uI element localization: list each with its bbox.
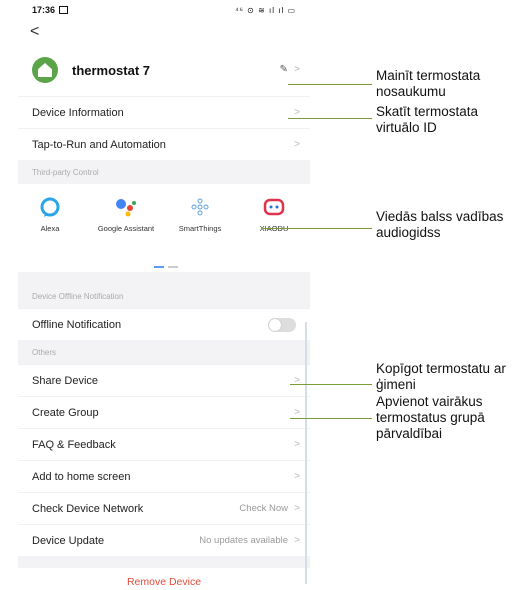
remove-device-button[interactable]: Remove Device	[18, 568, 310, 590]
alexa-item[interactable]: Alexa	[20, 196, 80, 233]
device-update-value: No updates available	[199, 535, 288, 546]
edit-icon[interactable]: ✎	[280, 64, 288, 75]
chevron-right-icon: >	[294, 64, 300, 75]
callout-virtual-id: Skatīt termostata virtuālo ID	[376, 104, 479, 135]
chevron-right-icon: >	[294, 407, 300, 418]
check-device-network-row[interactable]: Check Device Network Check Now >	[18, 492, 310, 524]
scrollbar[interactable]	[305, 322, 307, 584]
offline-notification-toggle[interactable]	[268, 318, 296, 332]
back-button[interactable]: <	[30, 22, 39, 42]
smartthings-item[interactable]: SmartThings	[170, 196, 230, 233]
callout-line	[290, 418, 372, 419]
tap-to-run-row[interactable]: Tap-to-Run and Automation >	[18, 128, 310, 160]
device-header[interactable]: thermostat 7 ✎ >	[18, 44, 310, 96]
alexa-label: Alexa	[40, 224, 60, 233]
google-assistant-label: Google Assistant	[97, 224, 155, 233]
callout-line	[262, 228, 372, 229]
device-update-row[interactable]: Device Update No updates available >	[18, 524, 310, 556]
section-others: Others	[18, 340, 310, 364]
callout-line	[288, 84, 372, 85]
google-assistant-icon	[115, 196, 137, 218]
faq-feedback-row[interactable]: FAQ & Feedback >	[18, 428, 310, 460]
section-offline: Device Offline Notification	[18, 284, 310, 308]
chevron-right-icon: >	[294, 535, 300, 546]
share-device-row[interactable]: Share Device >	[18, 364, 310, 396]
check-network-value: Check Now	[239, 503, 288, 514]
callout-share: Kopīgot termostatu ar ģimeni	[376, 361, 506, 392]
callout-voice-control: Viedās balss vadības audiogidss	[376, 209, 504, 240]
row-label: Create Group	[32, 406, 99, 419]
device-name: thermostat 7	[72, 62, 151, 78]
callout-group: Apvienot vairākus termostatus grupā pārv…	[376, 394, 485, 441]
google-assistant-item[interactable]: Google Assistant	[96, 196, 156, 233]
callout-line	[288, 118, 372, 119]
status-time: 17:36	[32, 5, 56, 15]
status-bar: 17:36 ⁴⁶ ⊙ ≋ ıl ıl ▭	[18, 0, 310, 20]
device-avatar-icon	[32, 57, 58, 83]
chevron-right-icon: >	[294, 107, 300, 118]
smartthings-label: SmartThings	[178, 224, 222, 233]
alexa-icon	[39, 196, 61, 218]
section-third-party: Third-party Control	[18, 160, 310, 184]
row-label: Add to home screen	[32, 470, 131, 483]
offline-notification-row: Offline Notification	[18, 308, 310, 340]
callout-line	[290, 384, 372, 385]
row-label: FAQ & Feedback	[32, 438, 116, 451]
row-label: Check Device Network	[32, 502, 144, 515]
notification-icon	[59, 6, 69, 14]
row-label: Offline Notification	[32, 318, 122, 331]
row-label: Device Information	[32, 106, 124, 119]
chevron-right-icon: >	[294, 439, 300, 450]
row-label: Tap-to-Run and Automation	[32, 138, 166, 151]
chevron-right-icon: >	[294, 471, 300, 482]
callout-rename: Mainīt termostata nosaukumu	[376, 68, 481, 99]
smartthings-icon	[189, 196, 211, 218]
top-bar: <	[18, 20, 310, 44]
phone-screen: 17:36 ⁴⁶ ⊙ ≋ ıl ıl ▭ < thermostat 7 ✎ > …	[18, 0, 310, 590]
page-indicator	[154, 266, 178, 268]
xiaodu-icon	[263, 196, 285, 218]
device-information-row[interactable]: Device Information >	[18, 96, 310, 128]
add-to-home-screen-row[interactable]: Add to home screen >	[18, 460, 310, 492]
row-label: Device Update	[32, 534, 105, 547]
chevron-right-icon: >	[294, 139, 300, 150]
row-label: Share Device	[32, 374, 99, 387]
chevron-right-icon: >	[294, 503, 300, 514]
status-icons: ⁴⁶ ⊙ ≋ ıl ıl ▭	[235, 5, 296, 15]
create-group-row[interactable]: Create Group >	[18, 396, 310, 428]
